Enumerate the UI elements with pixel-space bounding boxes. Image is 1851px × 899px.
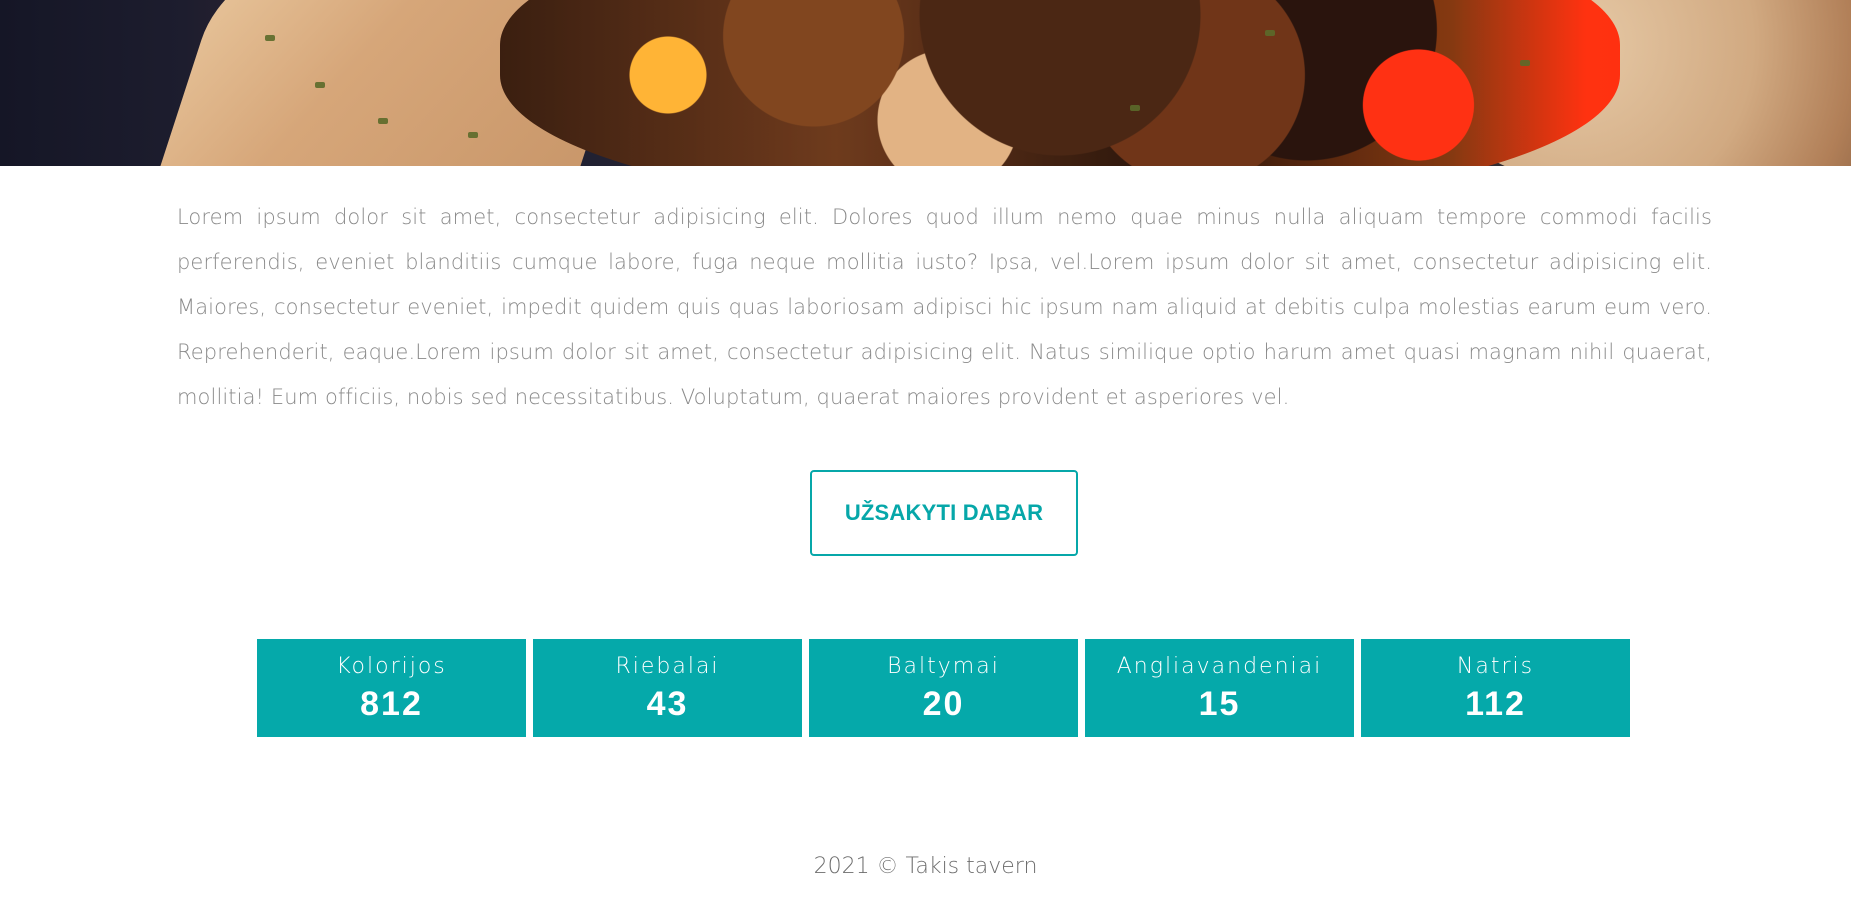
nutrition-label: Kolorijos [336,654,447,679]
herb-speck [378,118,388,124]
nutrition-label: Riebalai [615,654,720,679]
herb-speck [1130,105,1140,111]
nutrition-tile-kolorijos: Kolorijos 812 [257,639,526,737]
nutrition-tiles: Kolorijos 812 Riebalai 43 Baltymai 20 An… [257,639,1633,737]
herb-speck [265,35,275,41]
hero-meat [500,0,1620,166]
nutrition-label: Baltymai [887,654,1000,679]
nutrition-value: 15 [1198,685,1241,723]
description-text: Lorem ipsum dolor sit amet, consectetur … [177,205,1712,409]
herb-speck [315,82,325,88]
nutrition-label: Angliavandeniai [1116,654,1323,679]
nutrition-value: 43 [646,685,689,723]
nutrition-label: Natris [1456,654,1535,679]
nutrition-value: 812 [360,685,423,723]
nutrition-tile-angliavandeniai: Angliavandeniai 15 [1085,639,1354,737]
page: Lorem ipsum dolor sit amet, consectetur … [0,0,1851,899]
herb-speck [1265,30,1275,36]
nutrition-value: 20 [922,685,965,723]
order-now-button[interactable]: UŽSAKYTI DABAR [810,470,1078,556]
nutrition-value: 112 [1465,685,1526,723]
footer-copyright: 2021 © Takis tavern [813,854,1038,879]
nutrition-tile-natris: Natris 112 [1361,639,1630,737]
herb-speck [1520,60,1530,66]
nutrition-tile-baltymai: Baltymai 20 [809,639,1078,737]
nutrition-tile-riebalai: Riebalai 43 [533,639,802,737]
herb-speck [468,132,478,138]
hero-image [0,0,1851,166]
